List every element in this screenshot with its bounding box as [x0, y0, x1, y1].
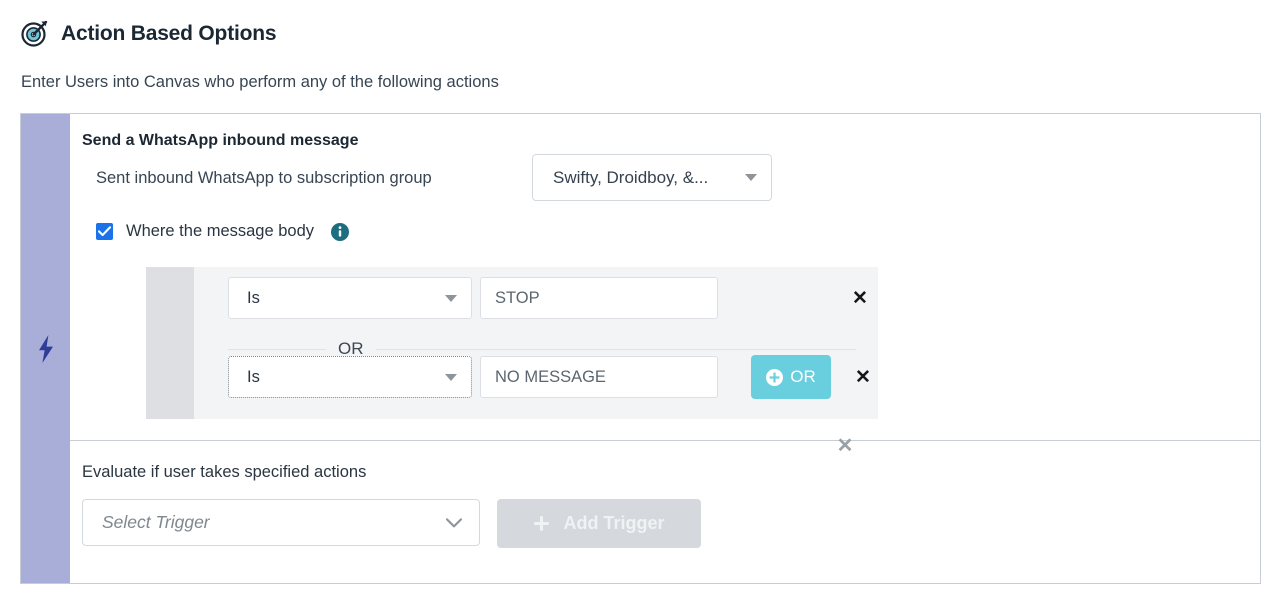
add-trigger-label: Add Trigger: [563, 513, 665, 533]
chevron-down-icon: [445, 517, 463, 529]
condition-group: Is ✕ OR Is: [146, 267, 878, 456]
info-icon[interactable]: [327, 222, 350, 241]
action-based-options-page: Action Based Options Enter Users into Ca…: [0, 0, 1282, 598]
condition-row: Is ✕: [194, 277, 878, 319]
condition-operator-select[interactable]: Is: [228, 356, 472, 398]
page-header: Action Based Options: [20, 18, 277, 48]
remove-condition-button[interactable]: ✕: [853, 367, 873, 387]
select-trigger-dropdown[interactable]: Select Trigger: [82, 499, 480, 546]
caret-down-icon: [445, 294, 457, 302]
card-body: Send a WhatsApp inbound message Sent inb…: [70, 114, 1260, 583]
caret-down-icon: [445, 373, 457, 381]
trigger-section: Evaluate if user takes specified actions…: [70, 441, 1260, 583]
add-or-condition-button[interactable]: OR: [751, 355, 831, 399]
condition-rows: Is ✕ OR Is: [194, 267, 878, 419]
divider-line-right: [375, 348, 856, 350]
action-title: Send a WhatsApp inbound message: [82, 132, 359, 149]
message-body-filter-row: Where the message body: [96, 222, 350, 241]
condition-value-input[interactable]: [480, 277, 718, 319]
condition-operator-value: Is: [247, 288, 260, 307]
condition-group-gutter: [146, 267, 194, 419]
action-description: Sent inbound WhatsApp to subscription gr…: [96, 169, 432, 187]
trigger-section-label: Evaluate if user takes specified actions: [82, 463, 367, 481]
plus-icon: [533, 515, 550, 532]
plus-circle-icon: [766, 368, 784, 386]
page-subtitle: Enter Users into Canvas who perform any …: [21, 73, 499, 91]
target-bullseye-icon: [20, 18, 50, 48]
page-title: Action Based Options: [61, 21, 277, 45]
message-body-checkbox-label: Where the message body: [126, 222, 315, 240]
lightning-bolt-icon: [35, 334, 57, 363]
condition-row: Is NO MESSAGE OR ✕: [194, 355, 878, 399]
remove-condition-button[interactable]: ✕: [850, 288, 870, 308]
divider-line-left: [228, 348, 326, 350]
message-body-checkbox[interactable]: [96, 223, 113, 240]
caret-down-icon: [745, 174, 757, 181]
action-section: Send a WhatsApp inbound message Sent inb…: [70, 114, 1260, 456]
action-card: Send a WhatsApp inbound message Sent inb…: [20, 113, 1261, 584]
select-trigger-placeholder: Select Trigger: [102, 512, 210, 532]
subscription-group-value: Swifty, Droidboy, &...: [553, 167, 709, 187]
card-accent-bar: [21, 114, 70, 583]
add-trigger-button[interactable]: Add Trigger: [497, 499, 701, 548]
add-or-condition-label: OR: [790, 367, 816, 386]
condition-value-input[interactable]: [480, 356, 718, 398]
subscription-group-select[interactable]: Swifty, Droidboy, &...: [532, 154, 772, 201]
condition-operator-value: Is: [247, 367, 260, 386]
condition-operator-select[interactable]: Is: [228, 277, 472, 319]
